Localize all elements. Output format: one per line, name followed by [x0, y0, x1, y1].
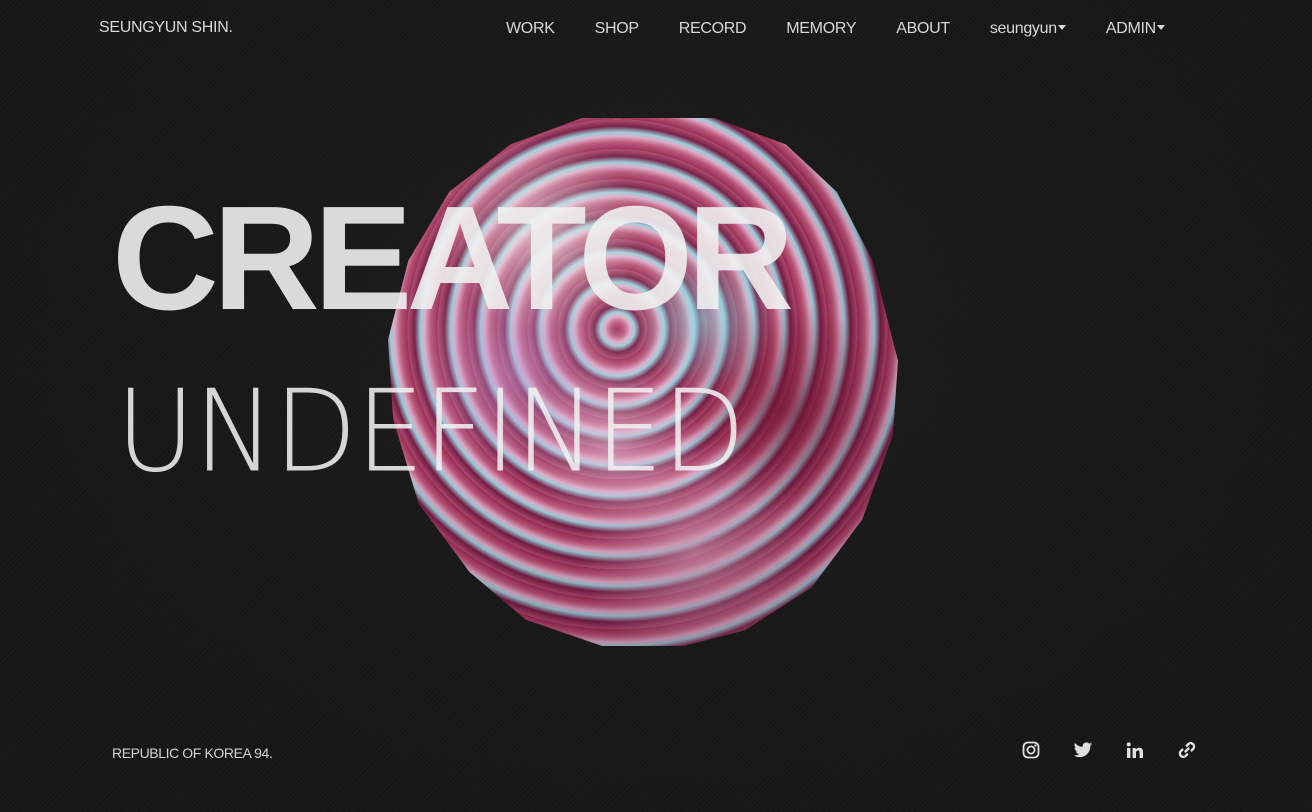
nav-item-label: ADMIN [1105, 20, 1156, 37]
social-links [1020, 739, 1198, 761]
nav-item-record[interactable]: RECORD [679, 20, 747, 38]
nav-item-about[interactable]: ABOUT [896, 20, 950, 38]
nav-item-label: RECORD [678, 20, 747, 37]
instagram-icon[interactable] [1020, 739, 1042, 761]
main-nav: WORK SHOP RECORD MEMORY ABOUT seungyun A… [506, 19, 1165, 39]
hero-headline-primary: CREATOR [112, 176, 794, 341]
nav-item-admin-menu[interactable]: ADMIN [1106, 20, 1165, 38]
caret-down-icon [1057, 24, 1066, 30]
nav-item-label: WORK [506, 20, 555, 37]
linkedin-icon[interactable] [1124, 739, 1146, 761]
twitter-icon[interactable] [1072, 739, 1094, 761]
link-icon[interactable] [1176, 739, 1198, 761]
nav-item-label: MEMORY [786, 20, 857, 37]
footer-location: REPUBLIC OF KOREA 94. [112, 745, 273, 761]
nav-item-label: seungyun [989, 20, 1057, 37]
nav-item-user-menu[interactable]: seungyun [990, 20, 1066, 38]
nav-item-work[interactable]: WORK [506, 20, 555, 38]
brand-logo[interactable]: SEUNGYUN SHIN. [99, 19, 233, 37]
nav-item-label: ABOUT [896, 20, 950, 37]
hero-headline-secondary: UNDEFINED [116, 366, 745, 498]
nav-item-shop[interactable]: SHOP [595, 20, 639, 38]
nav-item-label: SHOP [594, 20, 639, 37]
caret-down-icon [1156, 24, 1165, 30]
nav-item-memory[interactable]: MEMORY [786, 20, 856, 38]
